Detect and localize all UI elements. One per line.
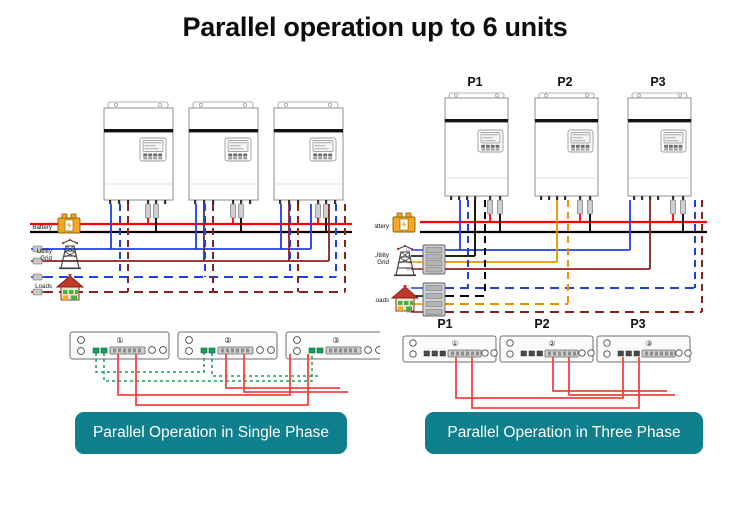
battery-label: Battery: [32, 224, 53, 231]
three-phase-diagram: P1 P2 P3 L1 L2 L3 N L1 N attery Utility …: [375, 60, 750, 460]
comm-panel-p1: ①: [402, 335, 498, 363]
utility-grid-label-3ph-line2: Grid: [377, 259, 389, 266]
comm-panel-title-p2: P2: [534, 317, 549, 331]
utility-grid-label-3ph-line1: Utility: [375, 252, 390, 259]
comm-panel-marker-2: ②: [224, 336, 231, 345]
pylon-icon: [59, 238, 81, 270]
unit-label-p3: P3: [650, 75, 665, 89]
comm-panel-marker-p3: ③: [646, 339, 653, 348]
inverter-lcd-panel-p2: [567, 129, 594, 153]
battery-fuse-group-3ph: [487, 199, 686, 215]
inverter-unit-3: [273, 101, 344, 204]
utility-grid-label-line2: Grid: [40, 255, 52, 262]
battery-label-3ph: Battery: [375, 223, 390, 230]
page-title: Parallel operation up to 6 units: [182, 12, 568, 42]
inverter-lcd-panel-p3: [660, 129, 687, 153]
single-phase-button-label: Parallel Operation in Single Phase: [92, 424, 330, 441]
house-icon-3ph: [390, 285, 420, 312]
comm-panel-p2: ②: [499, 335, 595, 363]
comm-panel-marker-p2: ②: [549, 339, 556, 348]
parallel-cables: [117, 354, 348, 406]
comm-panel-p3: ③: [596, 335, 692, 363]
inverter-unit-p2: [534, 92, 599, 200]
inverter-lcd-panel-2: [224, 137, 252, 162]
three-phase-button-label: Parallel Operation in Three Phase: [447, 424, 681, 441]
comm-panel-1: ①: [69, 331, 170, 360]
battery-icon: [57, 213, 81, 234]
three-phase-schematic: P1 P2 P3 L1 L2 L3 N L1 N attery Utility …: [375, 75, 707, 409]
loads-bus-3ph: [445, 200, 703, 313]
loads-label-3ph: Loads: [375, 297, 389, 304]
unit-label-p2: P2: [557, 75, 572, 89]
comm-panel-marker-p1: ①: [452, 339, 459, 348]
parallel-cables-3ph: [455, 357, 675, 409]
utility-grid-bus-3ph: [445, 200, 651, 270]
comm-panel-marker-1: ①: [116, 336, 123, 345]
comm-panel-marker-3: ③: [332, 336, 339, 345]
battery-bus-3ph: [420, 214, 707, 234]
single-phase-diagram: Battery Utility Grid Loads ① ② ③: [0, 60, 380, 460]
inverter-unit-1: [103, 101, 174, 204]
comm-panel-3: ③: [285, 331, 380, 360]
single-phase-schematic: Battery Utility Grid Loads ① ② ③: [30, 101, 380, 406]
inverter-unit-2: [188, 101, 259, 204]
grid-terminal-l1: L1: [406, 248, 410, 252]
inverter-lcd-panel-1: [139, 137, 167, 162]
single-phase-button[interactable]: Parallel Operation in Single Phase: [75, 412, 347, 454]
three-phase-button[interactable]: Parallel Operation in Three Phase: [425, 412, 703, 454]
unit-label-p1: P1: [467, 75, 482, 89]
loads-bus: [44, 204, 346, 293]
comm-panel-2: ②: [177, 331, 278, 360]
utility-grid-label-line1: Utility: [37, 248, 53, 255]
inverter-lcd-panel-p1: [477, 129, 504, 153]
inverter-lcd-panel-3: [309, 137, 337, 162]
inverter-unit-p1: [444, 92, 509, 200]
comm-panel-title-p1: P1: [437, 317, 452, 331]
comm-panel-title-p3: P3: [630, 317, 645, 331]
pylon-icon-3ph: [394, 244, 416, 277]
loads-label: Loads: [35, 283, 52, 290]
inverter-unit-p3: [627, 92, 692, 200]
battery-fuse-group: [145, 203, 329, 219]
battery-icon-3ph: [392, 212, 416, 233]
